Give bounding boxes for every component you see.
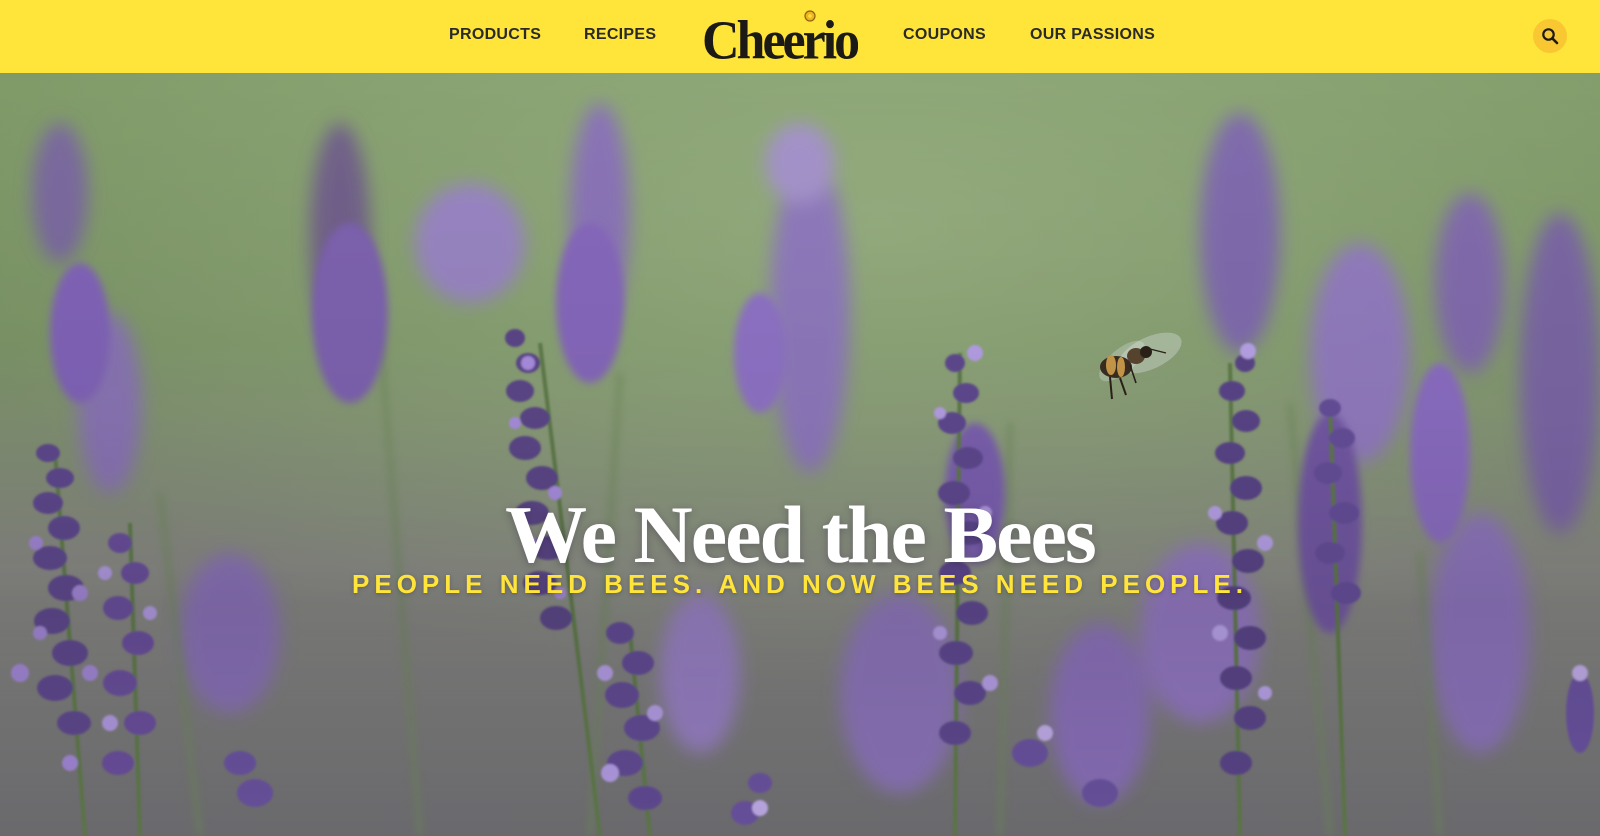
nav-products-link[interactable]: PRODUCTS — [449, 26, 541, 44]
page: PRODUCTS RECIPES Cheerios ® COUPONS OUR … — [0, 0, 1600, 836]
hero-title: We Need the Bees — [505, 488, 1097, 580]
search-icon — [1542, 28, 1559, 45]
hero-banner: We Need the Bees PEOPLE NEED BEES. AND N… — [0, 73, 1600, 836]
logo-wordmark: Cheerios — [702, 9, 858, 64]
top-navigation-bar: PRODUCTS RECIPES Cheerios ® COUPONS OUR … — [0, 0, 1600, 73]
search-button[interactable] — [1533, 19, 1567, 53]
hero-subtitle: PEOPLE NEED BEES. AND NOW BEES NEED PEOP… — [352, 569, 1248, 599]
lavender-field-image — [0, 73, 1600, 836]
nav-recipes-link[interactable]: RECIPES — [584, 26, 656, 44]
cheerios-logo[interactable]: Cheerios ® — [700, 6, 858, 64]
nav-our-passions-link[interactable]: OUR PASSIONS — [1030, 26, 1155, 44]
svg-text:®: ® — [850, 49, 856, 58]
nav-coupons-link[interactable]: COUPONS — [903, 26, 986, 44]
